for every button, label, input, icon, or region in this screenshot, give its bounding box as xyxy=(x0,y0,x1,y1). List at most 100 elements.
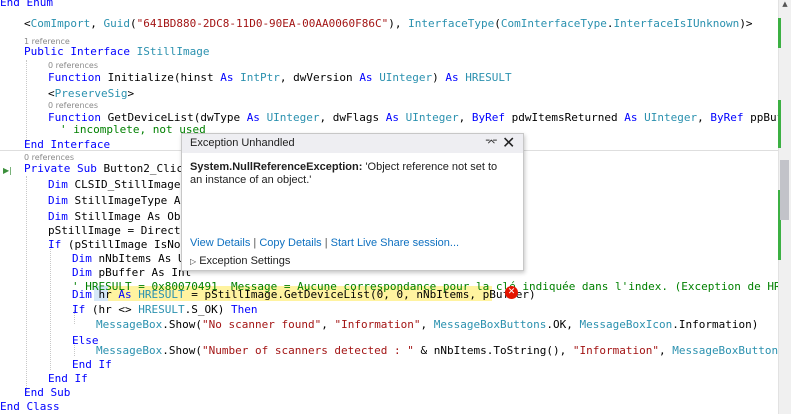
code-token: ByRef xyxy=(471,111,512,124)
code-line[interactable]: MessageBox.Show("No scanner found", "Inf… xyxy=(96,317,758,333)
code-token: As xyxy=(220,71,241,84)
code-line[interactable]: Private Sub Button2_Click( xyxy=(24,161,196,177)
code-token: ppBuffer xyxy=(750,111,778,124)
code-token: ByRef xyxy=(710,111,751,124)
code-token: pdwItemsReturned xyxy=(511,111,625,124)
codelens-reference-count[interactable]: 0 references xyxy=(48,100,98,111)
code-token: ComImport xyxy=(30,17,91,30)
pin-icon[interactable]: ⌤ xyxy=(485,136,498,149)
code-token: (pStillImage IsNot xyxy=(67,238,188,251)
code-line[interactable]: Dim hr As HRESULT = pStillImage.GetDevic… xyxy=(72,287,536,303)
exception-error-icon[interactable]: ✕ xyxy=(505,286,518,299)
copy-details-link[interactable]: Copy Details xyxy=(259,237,321,249)
code-token: InterfaceIsIUnknown xyxy=(613,17,740,30)
code-token: MessageBoxButtons xyxy=(672,344,778,357)
code-token: , xyxy=(658,344,673,357)
popup-header: Exception Unhandled ⌤ ✕ xyxy=(182,134,523,153)
indent-guide xyxy=(26,176,27,394)
code-token: CLSID_StillImage A xyxy=(74,178,194,191)
code-token: ComInterfaceType xyxy=(500,17,607,30)
view-details-link[interactable]: View Details xyxy=(190,237,250,249)
code-token: MessageBoxButtons xyxy=(433,318,547,331)
code-token: Dim xyxy=(48,194,75,207)
code-token: End Interface xyxy=(24,138,111,151)
code-token: Else xyxy=(72,334,99,347)
code-token: .OK, xyxy=(546,318,580,331)
code-token: & nNbItems.ToString(), xyxy=(413,344,573,357)
code-token: .S_OK) xyxy=(184,303,231,316)
code-line[interactable]: <ComImport, Guid("641BD880-2DC8-11D0-90E… xyxy=(24,16,753,32)
code-line[interactable]: Function Initialize(hinst As IntPtr, dwV… xyxy=(48,70,512,86)
code-token: (hr <> xyxy=(91,303,139,316)
exception-settings-label: Exception Settings xyxy=(199,255,291,267)
code-token: End If xyxy=(48,372,88,385)
change-marker xyxy=(778,100,781,148)
code-token: "No scanner found" xyxy=(201,318,322,331)
code-line[interactable]: Else xyxy=(72,333,99,349)
code-token: UInteger xyxy=(266,111,320,124)
code-token: Function xyxy=(48,71,108,84)
code-token: End Class xyxy=(0,400,60,413)
code-token: If xyxy=(48,238,68,251)
exception-settings-toggle[interactable]: ▷ Exception Settings xyxy=(190,255,290,267)
code-token: UInteger xyxy=(644,111,698,124)
code-line[interactable]: End Interface xyxy=(24,137,110,153)
code-token: IntPtr xyxy=(240,71,280,84)
code-token: , xyxy=(458,111,472,124)
indent-guide xyxy=(26,60,27,142)
code-line[interactable]: Dim CLSID_StillImage A xyxy=(48,177,194,193)
code-token: InterfaceType xyxy=(408,17,495,30)
code-token: ( xyxy=(129,17,137,30)
code-token: hr xyxy=(98,288,112,301)
code-token: HRESULT xyxy=(138,303,185,316)
code-token: PreserveSig xyxy=(54,87,128,100)
scroll-up-arrow-icon[interactable]: ▲ xyxy=(780,0,790,8)
live-share-link[interactable]: Start Live Share session... xyxy=(331,237,459,249)
scrollbar-thumb[interactable] xyxy=(780,160,789,220)
expand-triangle-icon: ▷ xyxy=(190,257,197,266)
code-token: "Number of scanners detected : " xyxy=(201,344,414,357)
code-token: "Information" xyxy=(572,344,659,357)
indent-guide xyxy=(50,244,51,370)
popup-links: View Details | Copy Details | Start Live… xyxy=(190,237,459,249)
code-token: ) xyxy=(432,71,446,84)
code-token: .Show( xyxy=(162,318,202,331)
code-line[interactable]: End Class xyxy=(0,399,60,414)
code-token: Dim xyxy=(72,266,99,279)
code-token: As xyxy=(359,71,380,84)
codelens-reference-count[interactable]: 0 references xyxy=(48,60,98,71)
run-to-cursor-icon[interactable]: ▶| xyxy=(3,166,12,175)
code-token: , xyxy=(321,318,335,331)
code-token: Initialize(hinst xyxy=(107,71,221,84)
code-token: As xyxy=(624,111,645,124)
code-token: pStillImage = DirectCa xyxy=(48,224,194,237)
link-separator: | xyxy=(253,237,257,249)
code-token: > xyxy=(127,87,135,100)
code-token: As xyxy=(246,111,267,124)
code-token: HRESULT xyxy=(465,71,512,84)
change-marker xyxy=(778,18,781,48)
code-token: , xyxy=(697,111,711,124)
code-token: UInteger xyxy=(379,71,433,84)
code-token: , xyxy=(420,318,434,331)
code-line[interactable]: Dim StillImageType As xyxy=(48,193,187,209)
code-token: Dim xyxy=(48,210,75,223)
codelens-reference-count[interactable]: 0 references xyxy=(24,152,74,163)
code-token: As xyxy=(445,71,466,84)
code-token: End Sub xyxy=(24,386,71,399)
code-line[interactable]: MessageBox.Show("Number of scanners dete… xyxy=(96,343,778,359)
code-token: ( xyxy=(494,17,501,30)
code-token: Guid xyxy=(103,17,130,30)
code-token: Private Sub xyxy=(24,162,104,175)
codelens-reference-count[interactable]: 1 reference xyxy=(24,36,70,47)
code-line[interactable]: If (hr <> HRESULT.S_OK) Then xyxy=(72,302,257,318)
code-token: pBuffer As Int xyxy=(98,266,192,279)
code-token: MessageBoxIcon xyxy=(579,318,673,331)
code-token: HRESULT xyxy=(138,288,185,301)
code-token: "Information" xyxy=(334,318,421,331)
code-token: )> xyxy=(739,17,753,30)
close-icon[interactable]: ✕ xyxy=(502,133,515,153)
code-line[interactable]: End Enum xyxy=(0,0,53,11)
exception-type: System.NullReferenceException: xyxy=(190,161,363,173)
link-separator: | xyxy=(324,237,328,249)
